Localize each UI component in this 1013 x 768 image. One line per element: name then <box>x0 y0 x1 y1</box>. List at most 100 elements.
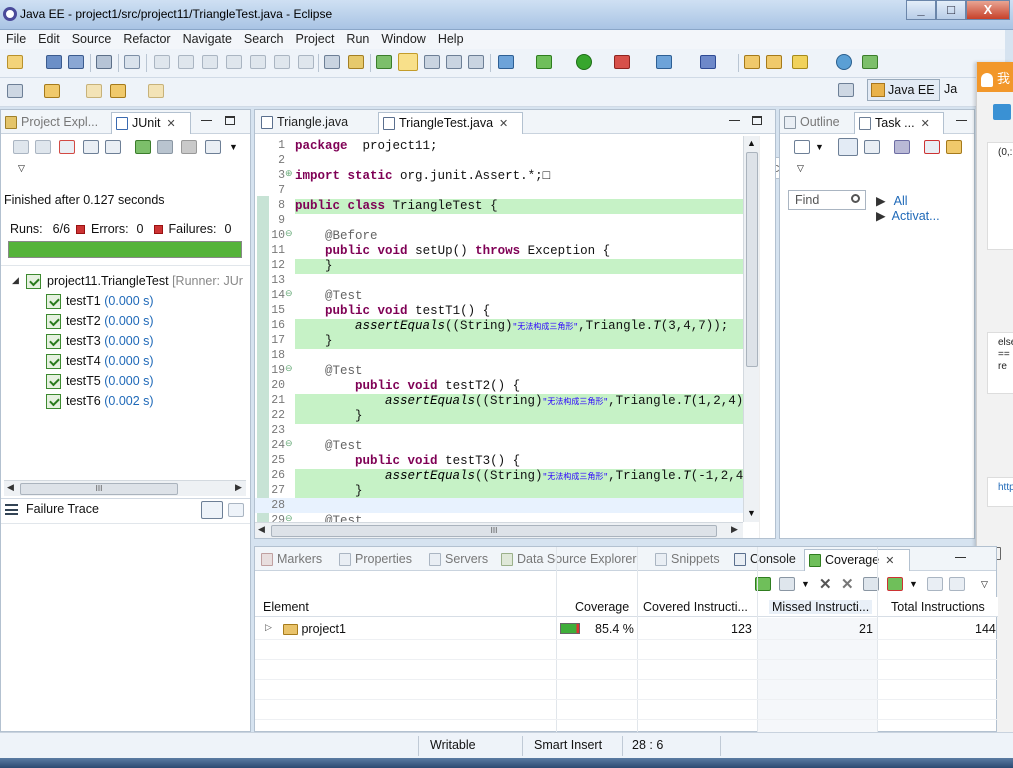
fold-icon[interactable]: ⊕ <box>285 169 293 179</box>
dropdown-icon[interactable]: ▼ <box>909 579 918 589</box>
test-row[interactable]: testT1 (0.000 s) <box>1 291 249 311</box>
tab-properties[interactable]: Properties <box>335 549 421 571</box>
next-annotation-icon[interactable] <box>376 55 392 69</box>
editor-vertical-scrollbar[interactable]: ▲ ▼ <box>743 136 759 522</box>
tab-snippets[interactable]: Snippets <box>651 549 727 571</box>
stop-icon[interactable] <box>181 140 197 154</box>
menu-help[interactable]: Help <box>432 30 470 49</box>
run-icon[interactable] <box>576 54 592 70</box>
edit-icon[interactable] <box>792 55 808 69</box>
tab-task[interactable]: Task ... ✕ <box>854 112 944 134</box>
code-line[interactable]: 26 assertEquals((String)"无法构成三角形",Triang… <box>255 468 759 484</box>
dropdown-icon[interactable]: ▼ <box>815 142 824 152</box>
close-icon[interactable]: ✕ <box>166 118 175 130</box>
terminate-icon[interactable] <box>202 55 218 69</box>
qq-image-icon[interactable] <box>993 104 1011 120</box>
expand-arrow-icon[interactable]: ▷ <box>265 622 272 633</box>
sync-icon[interactable] <box>894 140 910 154</box>
task-find-input[interactable]: Find <box>788 190 866 210</box>
debug-icon[interactable] <box>498 55 514 69</box>
col-element[interactable]: Element <box>263 600 309 614</box>
menu-window[interactable]: Window <box>375 30 431 49</box>
code-line[interactable]: 19 ⊖ @Test <box>255 363 759 378</box>
test-row[interactable]: testT4 (0.000 s) <box>1 351 249 371</box>
code-line[interactable]: 28 <box>255 498 759 513</box>
remove-all-sessions-icon[interactable]: ✕ <box>841 575 854 593</box>
last-edit-icon[interactable] <box>862 55 878 69</box>
focus-icon[interactable] <box>946 140 962 154</box>
rerun-failed-icon[interactable] <box>157 140 173 154</box>
task-filter-all[interactable]: All <box>894 194 908 208</box>
tab-triangle-java[interactable]: Triangle.java <box>257 112 377 134</box>
col-covered[interactable]: Covered Instructi... <box>643 600 748 614</box>
suspend-icon[interactable] <box>178 55 194 69</box>
coverage-session-icon[interactable] <box>779 577 795 591</box>
code-line[interactable]: 21 assertEquals((String)"无法构成三角形",Triang… <box>255 393 759 409</box>
close-icon[interactable]: ✕ <box>921 118 930 130</box>
use-step-filters-icon[interactable] <box>324 55 340 69</box>
editor-horizontal-scrollbar[interactable]: ◀ III ▶ <box>255 522 743 538</box>
resume-icon[interactable] <box>154 55 170 69</box>
previous-failure-icon[interactable] <box>35 140 51 154</box>
code-area[interactable]: 1 package project11; 2 3 ⊕ import static org.… <box>255 136 759 522</box>
step-over-icon[interactable] <box>274 55 290 69</box>
tab-servers[interactable]: Servers <box>425 549 495 571</box>
link-icon[interactable] <box>927 577 943 591</box>
code-line[interactable]: 9 <box>255 213 759 228</box>
close-icon[interactable]: ✕ <box>499 118 508 130</box>
run-coverage-icon[interactable] <box>536 55 552 69</box>
back-arrow-icon[interactable] <box>86 84 102 98</box>
scroll-lock-icon[interactable] <box>83 140 99 154</box>
code-line[interactable]: 12 } <box>255 258 759 274</box>
minimize-view-icon[interactable] <box>955 557 966 558</box>
forward-nav-icon[interactable] <box>148 84 164 98</box>
tab-outline[interactable]: Outline <box>780 112 854 134</box>
code-line[interactable]: 8 public class TriangleTest { <box>255 198 759 214</box>
maximize-view-icon[interactable] <box>225 116 235 125</box>
search-globe-icon[interactable] <box>836 54 852 70</box>
pin-icon[interactable] <box>7 84 23 98</box>
remove-session-icon[interactable]: ✕ <box>819 575 832 593</box>
tab-junit[interactable]: JUnit ✕ <box>111 112 191 134</box>
code-line[interactable]: 25 public void testT3() { <box>255 453 759 468</box>
code-line[interactable]: 15 public void testT1() { <box>255 303 759 318</box>
tab-data-source-explorer[interactable]: Data Source Explorer <box>497 549 647 571</box>
save-all-icon[interactable] <box>68 55 84 69</box>
java-ee-perspective[interactable]: Java EE <box>867 79 940 101</box>
tab-project-explorer[interactable]: Project Expl... <box>1 112 111 134</box>
task-activate-link[interactable]: Activat... <box>892 209 940 223</box>
menu-file[interactable]: File <box>0 30 32 49</box>
code-line[interactable]: 16 assertEquals((String)"无法构成三角形",Triang… <box>255 318 759 334</box>
tab-coverage[interactable]: Coverage ✕ <box>804 549 910 571</box>
test-row[interactable]: testT5 (0.000 s) <box>1 371 249 391</box>
minimize-editor-icon[interactable] <box>729 120 740 121</box>
scroll-down-icon[interactable]: ▼ <box>747 508 756 518</box>
hide-completed-icon[interactable] <box>924 140 940 154</box>
history-icon[interactable] <box>205 140 221 154</box>
test-row[interactable]: testT2 (0.000 s) <box>1 311 249 331</box>
print-icon[interactable] <box>96 55 112 69</box>
close-button[interactable]: X <box>966 0 1010 20</box>
java-perspective[interactable]: Ja <box>944 82 957 96</box>
minimize-button[interactable]: _ <box>906 0 936 20</box>
collapse-all-icon[interactable] <box>887 577 903 591</box>
code-line[interactable]: 1 package project11; <box>255 138 759 153</box>
scheduled-icon[interactable] <box>864 140 880 154</box>
refresh-icon[interactable] <box>949 577 965 591</box>
menu-source[interactable]: Source <box>66 30 118 49</box>
back-nav-icon[interactable] <box>110 84 126 98</box>
open-resource-icon[interactable] <box>766 55 782 69</box>
step-into-icon[interactable] <box>250 55 266 69</box>
scroll-thumb[interactable]: III <box>20 483 178 495</box>
fold-icon[interactable]: ⊖ <box>285 364 293 374</box>
menu-run[interactable]: Run <box>340 30 375 49</box>
fold-icon[interactable]: ⊖ <box>285 514 293 522</box>
qq-header[interactable]: 我 <box>977 62 1013 92</box>
minimize-view-icon[interactable] <box>201 120 212 121</box>
suite-row[interactable]: ◢ project11.TriangleTest [Runner: JUr <box>1 271 249 291</box>
code-line[interactable]: 11 public void setUp() throws Exception … <box>255 243 759 258</box>
show-whitespace-icon[interactable] <box>468 55 484 69</box>
view-menu-icon[interactable]: ▼ <box>229 142 238 152</box>
up-arrow-icon[interactable] <box>44 84 60 98</box>
minimize-view-icon[interactable] <box>956 120 967 121</box>
